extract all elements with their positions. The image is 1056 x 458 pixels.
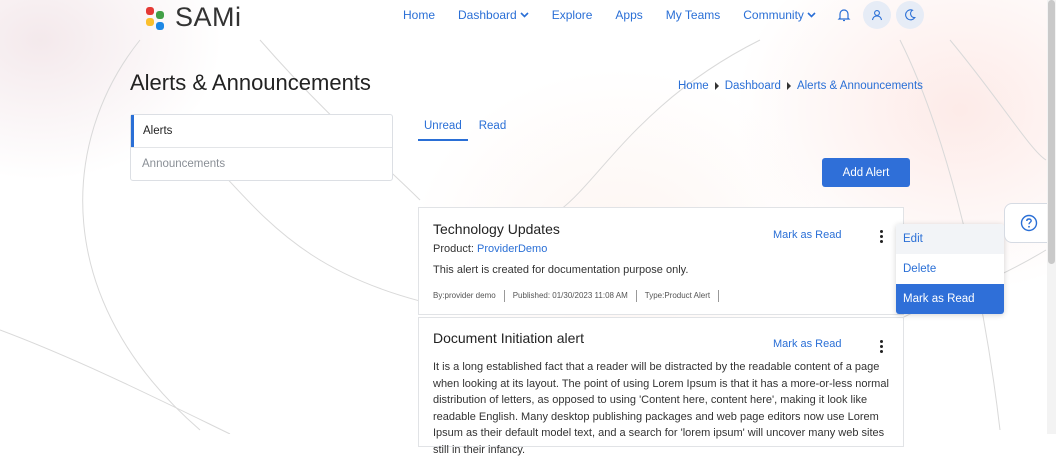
more-options-icon[interactable] <box>878 230 884 243</box>
tabs: Unread Read <box>418 116 517 141</box>
breadcrumb-separator-icon <box>714 82 719 90</box>
side-item-label: Announcements <box>142 158 226 170</box>
breadcrumb-dashboard[interactable]: Dashboard <box>725 80 781 92</box>
alert-author: By:provider demo <box>433 290 505 302</box>
breadcrumb-home[interactable]: Home <box>678 80 709 92</box>
brand-logo[interactable]: SAMi <box>145 2 242 33</box>
alert-card: Technology Updates Mark as Read Product:… <box>418 207 904 315</box>
breadcrumb: Home Dashboard Alerts & Announcements <box>678 80 923 92</box>
logo-mark-icon <box>145 6 167 30</box>
nav-dashboard-label: Dashboard <box>458 8 517 22</box>
nav-explore-label: Explore <box>551 8 593 22</box>
product-link[interactable]: ProviderDemo <box>477 243 547 255</box>
side-item-alerts[interactable]: Alerts <box>131 115 392 147</box>
chevron-down-icon <box>807 12 816 18</box>
breadcrumb-separator-icon <box>786 82 791 90</box>
alert-meta: By:provider demo Published: 01/30/2023 1… <box>433 290 727 302</box>
nav-my-teams[interactable]: My Teams <box>666 8 720 22</box>
tab-read[interactable]: Read <box>473 116 513 141</box>
dropdown-edit[interactable]: Edit <box>896 224 1004 254</box>
breadcrumb-current[interactable]: Alerts & Announcements <box>797 80 923 92</box>
alert-title: Technology Updates <box>433 221 560 237</box>
help-icon <box>1020 214 1038 232</box>
dropdown-delete[interactable]: Delete <box>896 254 1004 284</box>
tab-unread[interactable]: Unread <box>418 116 468 141</box>
scrollbar-thumb[interactable] <box>1048 0 1055 264</box>
alert-body: It is a long established fact that a rea… <box>433 361 889 456</box>
alert-card: Document Initiation alert Mark as Read I… <box>418 317 904 456</box>
product-label: Product: <box>433 243 474 255</box>
alert-title: Document Initiation alert <box>433 330 584 346</box>
add-alert-button[interactable]: Add Alert <box>822 158 910 187</box>
alert-description: This alert is created for documentation … <box>433 264 689 276</box>
nav-dashboard[interactable]: Dashboard <box>458 8 529 22</box>
user-icon[interactable] <box>862 1 891 29</box>
mark-as-read-link[interactable]: Mark as Read <box>773 338 841 350</box>
side-item-label: Alerts <box>143 125 173 137</box>
top-nav: Home Dashboard Explore Apps My Teams Com… <box>403 0 924 30</box>
more-options-icon[interactable] <box>878 340 884 353</box>
nav-community[interactable]: Community <box>743 8 816 22</box>
nav-explore[interactable]: Explore <box>552 8 593 22</box>
dropdown-mark-as-read[interactable]: Mark as Read <box>896 284 1004 314</box>
side-menu: Alerts Announcements <box>130 114 393 181</box>
mark-as-read-link[interactable]: Mark as Read <box>773 229 841 241</box>
alert-options-dropdown: Edit Delete Mark as Read <box>896 224 1004 314</box>
moon-icon[interactable] <box>895 1 924 29</box>
brand-name: SAMi <box>175 2 242 32</box>
alert-published: Published: 01/30/2023 11:08 AM <box>513 290 637 302</box>
side-item-announcements[interactable]: Announcements <box>131 147 392 180</box>
page-title: Alerts & Announcements <box>130 70 371 95</box>
chevron-down-icon <box>520 12 529 18</box>
nav-home[interactable]: Home <box>403 8 435 22</box>
nav-my-teams-label: My Teams <box>665 8 721 22</box>
alert-type: Type:Product Alert <box>645 290 720 302</box>
product-line: Product: ProviderDemo <box>433 243 547 255</box>
bell-icon[interactable] <box>830 1 858 29</box>
nav-apps[interactable]: Apps <box>615 8 642 22</box>
nav-apps-label: Apps <box>615 8 643 22</box>
nav-home-label: Home <box>403 8 436 22</box>
nav-community-label: Community <box>743 8 804 22</box>
